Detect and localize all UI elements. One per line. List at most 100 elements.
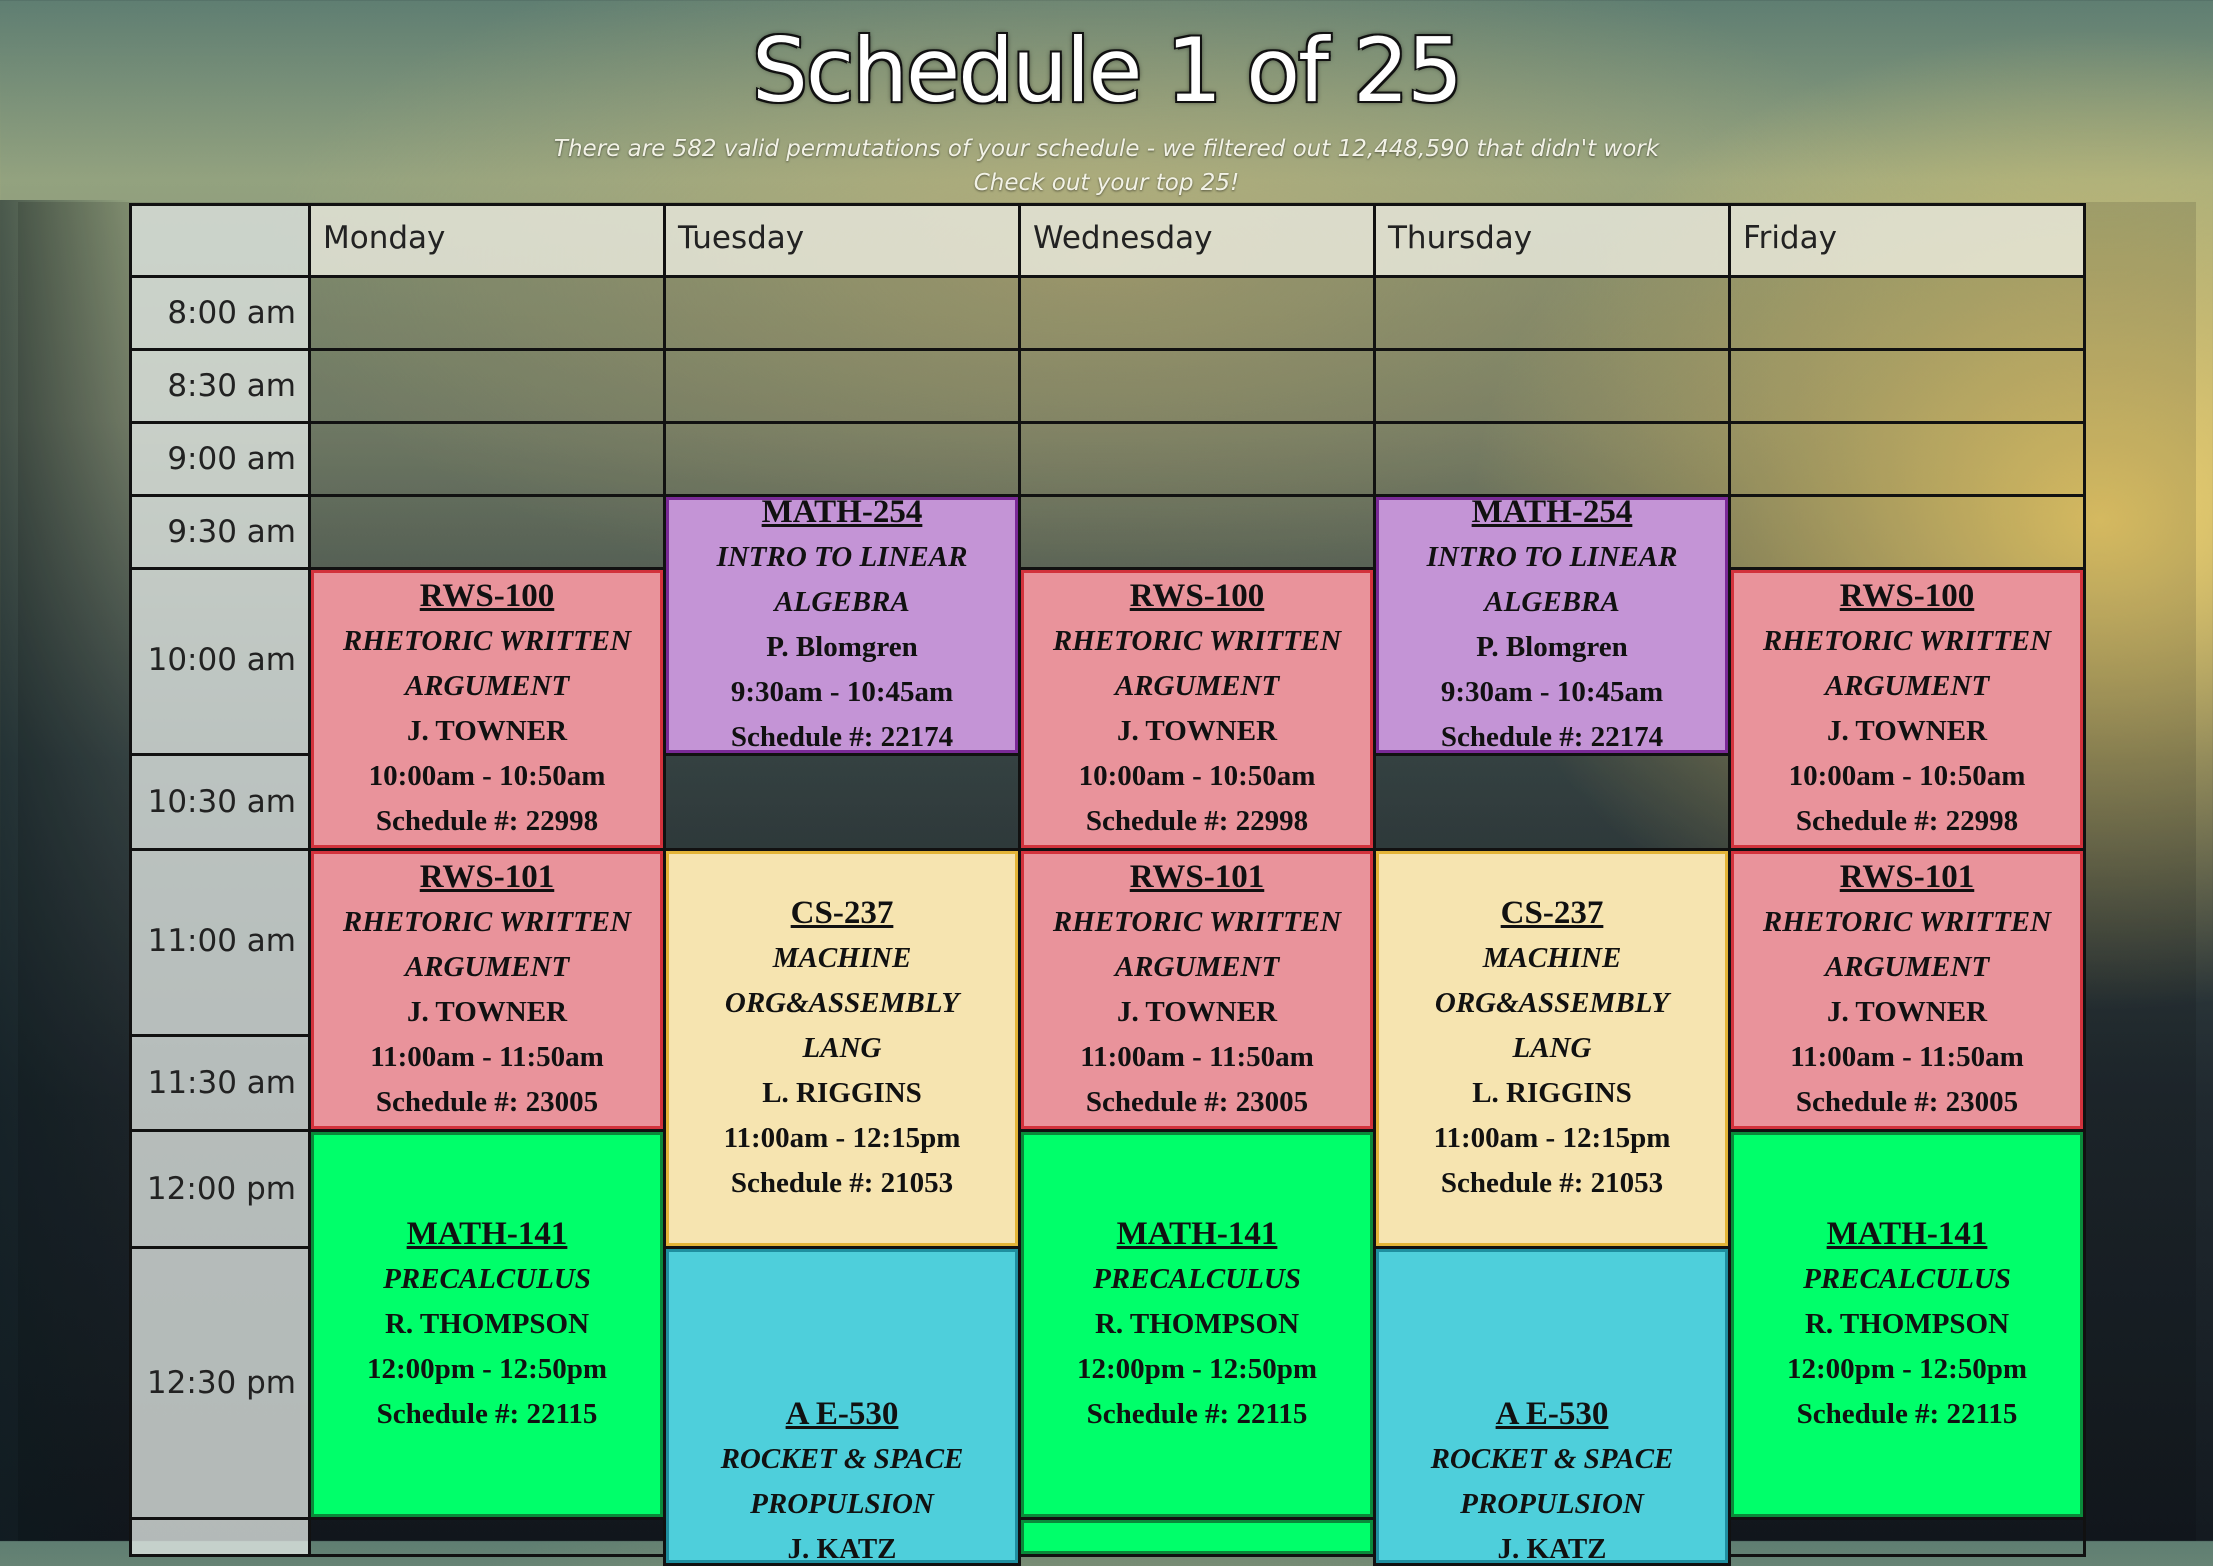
course-block-rws100-monday[interactable]: RWS-100 RHETORIC WRITTEN ARGUMENT J. TOW…	[308, 567, 666, 851]
course-block-cs237-tuesday[interactable]: CS-237 MACHINE ORG&ASSEMBLY LANG L. RIGG…	[663, 848, 1021, 1249]
empty-slot	[663, 421, 1021, 497]
course-title: PRECALCULUS	[1803, 1263, 2011, 1295]
course-time: 11:00am - 11:50am	[1790, 1041, 2024, 1073]
course-block-math254-thursday[interactable]: MATH-254 INTRO TO LINEAR ALGEBRA P. Blom…	[1373, 494, 1731, 756]
course-code: MATH-254	[1471, 494, 1633, 530]
course-code: RWS-100	[1839, 578, 1975, 614]
course-title: RHETORIC WRITTEN ARGUMENT	[342, 625, 632, 702]
course-block-math141-friday[interactable]: MATH-141 PRECALCULUS R. THOMPSON 12:00pm…	[1728, 1129, 2086, 1520]
course-time: 9:30am - 10:45am	[1440, 676, 1664, 708]
course-title: RHETORIC WRITTEN ARGUMENT	[1052, 906, 1342, 983]
time-label	[129, 1517, 311, 1557]
course-title: ROCKET & SPACE PROPULSION	[1430, 1443, 1674, 1520]
course-block-rws100-friday[interactable]: RWS-100 RHETORIC WRITTEN ARGUMENT J. TOW…	[1728, 567, 2086, 851]
course-schedule-number: Schedule #: 23005	[1085, 1086, 1309, 1118]
time-label: 11:00 am	[129, 848, 311, 1037]
page-title: Schedule 1 of 25	[751, 19, 1463, 122]
course-code: MATH-254	[761, 494, 923, 530]
course-schedule-number: Schedule #: 22174	[730, 721, 954, 753]
empty-slot	[1018, 275, 1376, 351]
day-header-friday: Friday	[1728, 203, 2086, 278]
course-schedule-number: Schedule #: 22998	[1085, 805, 1309, 837]
time-label: 11:30 am	[129, 1034, 311, 1132]
empty-slot	[1373, 348, 1731, 424]
course-block-cs237-thursday[interactable]: CS-237 MACHINE ORG&ASSEMBLY LANG L. RIGG…	[1373, 848, 1731, 1249]
empty-slot	[1728, 494, 2086, 570]
course-instructor: P. Blomgren	[766, 631, 918, 663]
course-instructor: J. TOWNER	[1826, 996, 1988, 1028]
course-instructor: J. TOWNER	[1116, 715, 1278, 747]
course-code: MATH-141	[1826, 1216, 1988, 1252]
course-time: 12:00pm - 12:50pm	[366, 1353, 608, 1385]
course-block-math141-next[interactable]	[1018, 1517, 1376, 1557]
course-title: RHETORIC WRITTEN ARGUMENT	[342, 906, 632, 983]
course-instructor: P. Blomgren	[1476, 631, 1628, 663]
course-instructor: J. KATZ	[1497, 1533, 1607, 1565]
time-label: 9:00 am	[129, 421, 311, 497]
course-schedule-number: Schedule #: 22115	[1796, 1398, 2018, 1430]
course-block-rws100-wednesday[interactable]: RWS-100 RHETORIC WRITTEN ARGUMENT J. TOW…	[1018, 567, 1376, 851]
course-title: INTRO TO LINEAR ALGEBRA	[716, 541, 968, 618]
empty-slot	[1018, 494, 1376, 570]
course-code: A E-530	[1495, 1396, 1609, 1432]
permutations-summary: There are 582 valid permutations of your…	[553, 136, 1660, 162]
course-title: MACHINE ORG&ASSEMBLY LANG	[724, 942, 960, 1064]
course-block-math141-wednesday[interactable]: MATH-141 PRECALCULUS R. THOMPSON 12:00pm…	[1018, 1129, 1376, 1520]
course-code: CS-237	[790, 895, 894, 931]
empty-slot	[308, 1517, 666, 1557]
course-schedule-number: Schedule #: 22115	[376, 1398, 598, 1430]
empty-slot	[1018, 421, 1376, 497]
time-label: 10:30 am	[129, 753, 311, 851]
course-time: 10:00am - 10:50am	[368, 760, 606, 792]
day-header-thursday: Thursday	[1373, 203, 1731, 278]
day-header-wednesday: Wednesday	[1018, 203, 1376, 278]
day-header-monday: Monday	[308, 203, 666, 278]
course-code: RWS-101	[1129, 859, 1265, 895]
course-code: RWS-100	[419, 578, 555, 614]
course-time: 10:00am - 10:50am	[1078, 760, 1316, 792]
course-schedule-number: Schedule #: 22115	[1086, 1398, 1308, 1430]
course-code: RWS-101	[419, 859, 555, 895]
empty-slot	[1728, 1517, 2086, 1557]
course-time: 12:00pm - 12:50pm	[1076, 1353, 1318, 1385]
course-time: 11:00am - 11:50am	[1080, 1041, 1314, 1073]
course-schedule-number: Schedule #: 21053	[1440, 1167, 1664, 1199]
course-schedule-number: Schedule #: 23005	[375, 1086, 599, 1118]
top-schedules-note: Check out your top 25!	[973, 170, 1240, 196]
course-code: MATH-141	[406, 1216, 568, 1252]
time-label: 8:30 am	[129, 348, 311, 424]
course-time: 11:00am - 11:50am	[370, 1041, 604, 1073]
course-schedule-number: Schedule #: 22174	[1440, 721, 1664, 753]
course-block-math254-tuesday[interactable]: MATH-254 INTRO TO LINEAR ALGEBRA P. Blom…	[663, 494, 1021, 756]
course-time: 12:00pm - 12:50pm	[1786, 1353, 2028, 1385]
course-code: RWS-101	[1839, 859, 1975, 895]
empty-slot	[308, 421, 666, 497]
empty-slot	[1728, 421, 2086, 497]
course-block-ae530-thursday[interactable]: A E-530 ROCKET & SPACE PROPULSION J. KAT…	[1373, 1246, 1731, 1566]
course-block-rws101-friday[interactable]: RWS-101 RHETORIC WRITTEN ARGUMENT J. TOW…	[1728, 848, 2086, 1132]
course-title: PRECALCULUS	[1093, 1263, 1301, 1295]
course-block-rws101-wednesday[interactable]: RWS-101 RHETORIC WRITTEN ARGUMENT J. TOW…	[1018, 848, 1376, 1132]
course-time: 10:00am - 10:50am	[1788, 760, 2026, 792]
empty-slot	[1728, 275, 2086, 351]
course-title: INTRO TO LINEAR ALGEBRA	[1426, 541, 1678, 618]
empty-slot	[1728, 348, 2086, 424]
course-title: ROCKET & SPACE PROPULSION	[720, 1443, 964, 1520]
course-instructor: J. TOWNER	[1116, 996, 1278, 1028]
course-block-math141-monday[interactable]: MATH-141 PRECALCULUS R. THOMPSON 12:00pm…	[308, 1129, 666, 1520]
course-title: RHETORIC WRITTEN ARGUMENT	[1052, 625, 1342, 702]
course-instructor: J. TOWNER	[406, 715, 568, 747]
empty-slot	[663, 348, 1021, 424]
course-code: A E-530	[785, 1396, 899, 1432]
course-block-rws101-monday[interactable]: RWS-101 RHETORIC WRITTEN ARGUMENT J. TOW…	[308, 848, 666, 1132]
course-instructor: L. RIGGINS	[762, 1077, 922, 1109]
day-header-tuesday: Tuesday	[663, 203, 1021, 278]
time-label: 8:00 am	[129, 275, 311, 351]
course-instructor: R. THOMPSON	[1804, 1308, 2010, 1340]
course-schedule-number: Schedule #: 23005	[1795, 1086, 2019, 1118]
course-time: 11:00am - 12:15pm	[723, 1122, 961, 1154]
course-block-ae530-tuesday[interactable]: A E-530 ROCKET & SPACE PROPULSION J. KAT…	[663, 1246, 1021, 1566]
empty-slot	[663, 275, 1021, 351]
course-title: RHETORIC WRITTEN ARGUMENT	[1762, 906, 2052, 983]
course-time: 9:30am - 10:45am	[730, 676, 954, 708]
